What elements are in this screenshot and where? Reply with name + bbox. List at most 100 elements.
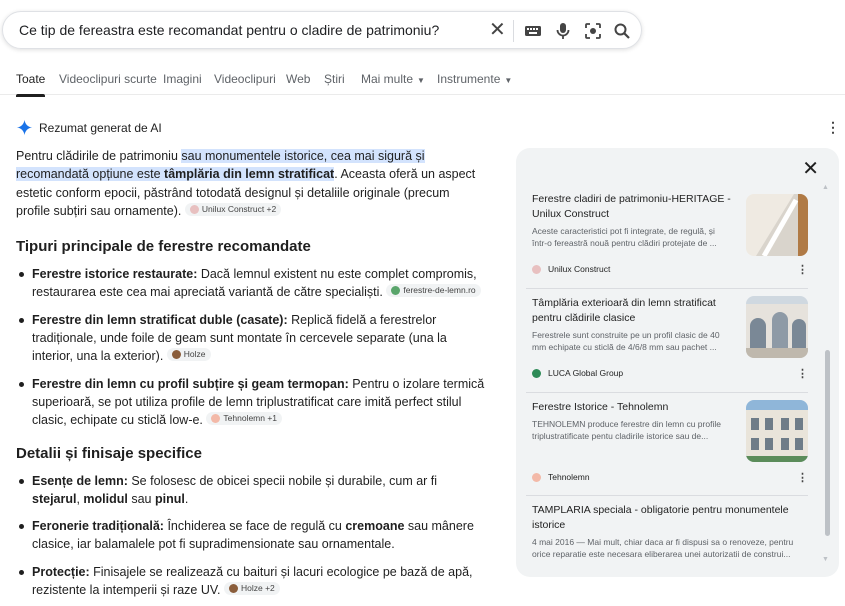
tab-videos[interactable]: Videoclipuri (214, 72, 276, 86)
card-thumbnail (746, 296, 808, 358)
tab-more[interactable]: Mai multe ▼ (361, 72, 425, 86)
caret-down-icon: ▼ (504, 76, 513, 85)
tab-web[interactable]: Web (286, 72, 310, 86)
citation-chip[interactable]: Holze (166, 348, 211, 362)
card-text: Ferestre Istorice - Tehnolemn TEHNOLEMN … (532, 400, 732, 442)
card-title: Ferestre Istorice - Tehnolemn (532, 401, 669, 413)
microphone-icon[interactable] (553, 21, 573, 41)
intro-paragraph: Pentru clădirile de patrimoniu sau monum… (16, 147, 486, 220)
item-title: Protecție: (32, 564, 90, 579)
section-heading: Detalii și finisaje specifice (16, 444, 202, 462)
window-types-list: Ferestre istorice restaurate: Dacă lemnu… (16, 265, 486, 429)
item-bold: pinul (154, 491, 185, 506)
card-text: Ferestre cladiri de patrimoniu-HERITAGE … (532, 192, 732, 249)
source-card[interactable]: Ferestre Istorice - Tehnolemn TEHNOLEMN … (532, 400, 808, 494)
gemini-sparkle-icon (16, 119, 33, 136)
scroll-down-icon[interactable]: ▼ (822, 556, 829, 563)
citation-label: Unilux Construct +2 (201, 203, 277, 214)
item-text: sau (127, 491, 155, 506)
item-text: Se folosesc de obicei specii nobile și d… (127, 473, 438, 488)
site-logo-icon (391, 286, 401, 296)
citation-label: Holze +2 (241, 583, 275, 594)
card-title: TAMPLARIA speciala - obligatorie pentru … (532, 504, 789, 531)
card-title: Ferestre cladiri de patrimoniu-HERITAGE … (532, 193, 731, 220)
caret-down-icon: ▼ (417, 76, 425, 85)
card-snippet: Ferestrele sunt construite pe un profil … (532, 330, 720, 352)
card-divider (526, 288, 808, 289)
citation-chip[interactable]: ferestre-de-lemn.ro (386, 284, 481, 298)
source-name: Unilux Construct (548, 264, 611, 274)
source-name: LUCA Global Group (548, 368, 624, 378)
card-source: Tehnolemn (532, 472, 590, 482)
card-source: LUCA Global Group (532, 368, 623, 378)
sources-panel: ✕ ▲ ▼ Ferestre cladiri de patrimoniu-HER… (516, 148, 839, 577)
close-icon[interactable]: ✕ (802, 159, 819, 179)
card-divider (526, 495, 808, 496)
list-item: Esențe de lemn: Se folosesc de obicei sp… (16, 472, 486, 509)
source-card[interactable]: Ferestre cladiri de patrimoniu-HERITAGE … (532, 192, 808, 286)
card-snippet: 4 mai 2016 — Mai mult, chiar daca ar fi … (532, 537, 794, 559)
tab-tools-label: Instrumente (437, 72, 501, 86)
tab-all[interactable]: Toate (16, 72, 46, 97)
search-divider (513, 20, 514, 42)
item-title: Feronerie tradițională: (32, 519, 164, 534)
card-thumbnail (746, 400, 808, 462)
search-input[interactable]: Ce tip de fereastra este recomandat pent… (19, 22, 439, 38)
tab-tools[interactable]: Instrumente ▼ (437, 72, 512, 86)
luca-logo-icon (532, 368, 541, 378)
card-text: TAMPLARIA speciala - obligatorie pentru … (532, 503, 808, 560)
item-title: Ferestre din lemn cu profil subțire și g… (32, 376, 349, 391)
ai-overview-title: Rezumat generat de AI (39, 120, 162, 135)
ai-overview-header: Rezumat generat de AI (16, 119, 162, 136)
citation-label: ferestre-de-lemn.ro (403, 285, 476, 296)
citation-chip[interactable]: Holze +2 (224, 582, 280, 596)
list-item: Ferestre din lemn cu profil subțire și g… (16, 375, 486, 430)
search-icon[interactable] (612, 21, 632, 41)
card-menu-icon[interactable]: ⋮ (797, 367, 808, 380)
item-text: Închiderea se face de regulă cu (163, 519, 346, 534)
unilux-logo-icon (532, 264, 541, 274)
citation-chip[interactable]: Tehnolemn +1 (206, 412, 283, 426)
card-text: Tâmplăria exterioară din lemn stratifica… (532, 296, 732, 353)
item-text: . (184, 491, 189, 506)
item-title: Esențe de lemn: (32, 473, 128, 488)
tab-images[interactable]: Imagini (163, 72, 202, 86)
highlight-bold: tâmplăria din lemn stratificat (164, 167, 335, 182)
citation-chip[interactable]: Unilux Construct +2 (184, 202, 282, 216)
citation-label: Holze (183, 349, 206, 360)
keyboard-icon[interactable] (523, 21, 543, 41)
section-heading: Tipuri principale de ferestre recomandat… (16, 238, 311, 256)
lens-icon[interactable] (583, 21, 603, 41)
search-box[interactable]: Ce tip de fereastra este recomandat pent… (2, 11, 642, 49)
clear-icon[interactable]: ✕ (489, 20, 506, 40)
card-menu-icon[interactable]: ⋮ (797, 263, 808, 276)
list-item: Protecție: Finisajele se realizează cu b… (16, 563, 486, 600)
list-item: Feronerie tradițională: Închiderea se fa… (16, 517, 486, 554)
search-tabs: Toate Videoclipuri scurte Imagini Videoc… (0, 60, 845, 97)
unilux-logo-icon (189, 204, 199, 214)
list-item: Ferestre din lemn stratificat duble (cas… (16, 311, 486, 366)
holze-logo-icon (229, 584, 238, 594)
card-divider (526, 392, 808, 393)
list-item: Ferestre istorice restaurate: Dacă lemnu… (16, 265, 486, 302)
tab-more-label: Mai multe (361, 72, 414, 86)
intro-text: Pentru clădirile de patrimoniu (16, 149, 182, 163)
card-snippet: Aceste caracteristici pot fi integrate, … (532, 226, 717, 248)
citation-label: Tehnolemn +1 (223, 413, 278, 424)
card-menu-icon[interactable]: ⋮ (797, 471, 808, 484)
scrollbar-thumb[interactable] (825, 350, 830, 536)
tab-news[interactable]: Știri (324, 72, 345, 86)
tab-short-videos[interactable]: Videoclipuri scurte (59, 72, 157, 86)
source-card[interactable]: TAMPLARIA speciala - obligatorie pentru … (532, 503, 808, 573)
card-snippet: TEHNOLEMN produce ferestre din lemn cu p… (532, 419, 721, 441)
more-options-icon[interactable]: ⋮ (826, 120, 840, 134)
item-bold: molidul (83, 491, 128, 506)
item-bold: stejarul (32, 491, 77, 506)
scroll-up-icon[interactable]: ▲ (822, 184, 829, 191)
details-list: Esențe de lemn: Se folosesc de obicei sp… (16, 472, 486, 600)
source-card[interactable]: Tâmplăria exterioară din lemn stratifica… (532, 296, 808, 390)
source-name: Tehnolemn (548, 472, 590, 482)
tehnolemn-logo-icon (211, 414, 221, 424)
ai-overview-body: Pentru clădirile de patrimoniu sau monum… (16, 147, 486, 599)
item-title: Ferestre istorice restaurate: (32, 267, 198, 282)
